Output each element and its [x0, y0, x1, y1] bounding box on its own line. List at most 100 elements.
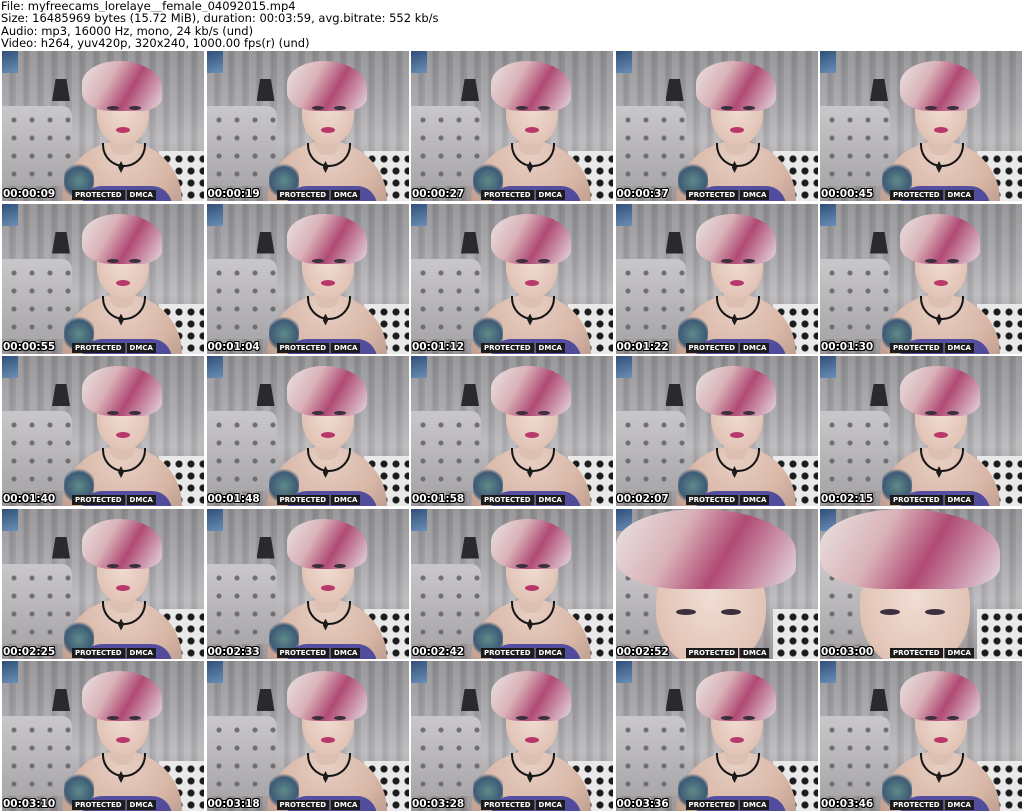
frame-timestamp: 00:01:40 [3, 493, 56, 505]
dmca-watermark: PROTECTED DMCA [685, 800, 770, 810]
right-eye [333, 716, 346, 720]
frame-timestamp: 00:03:00 [821, 645, 874, 658]
wall-poster [615, 203, 632, 226]
frame-timestamp: 00:00:19 [207, 188, 260, 200]
frame-timestamp: 00:00:27 [412, 188, 465, 200]
watermark-protected-label: PROTECTED [890, 495, 943, 505]
watermark-dmca-label: DMCA [943, 495, 974, 505]
dmca-watermark: PROTECTED DMCA [72, 647, 156, 658]
left-eye [311, 563, 324, 568]
left-eye [720, 258, 733, 263]
watermark-protected-label: PROTECTED [685, 647, 739, 658]
headboard [2, 716, 72, 796]
headboard [2, 258, 72, 339]
wall-poster [411, 661, 427, 683]
watermark-protected-label: PROTECTED [890, 800, 943, 810]
watermark-protected-label: PROTECTED [276, 495, 330, 505]
thumbnail-grid: PROTECTED DMCA 00:00:09 PROTECTED DMCA 00:00:… [2, 51, 1022, 811]
left-eye [925, 258, 937, 263]
left-eye [880, 608, 900, 615]
headboard [615, 106, 686, 186]
dmca-watermark: PROTECTED DMCA [72, 800, 156, 810]
dmca-watermark: PROTECTED DMCA [276, 495, 361, 505]
dmca-watermark: PROTECTED DMCA [276, 800, 361, 810]
left-eye [107, 411, 119, 415]
person-hair [82, 671, 162, 721]
wall-poster [206, 356, 223, 378]
right-eye [333, 106, 346, 110]
dmca-watermark: PROTECTED DMCA [890, 190, 974, 200]
lips [729, 432, 744, 438]
video-frame-thumbnail: PROTECTED DMCA 00:00:09 [2, 51, 204, 201]
watermark-protected-label: PROTECTED [72, 647, 125, 658]
person-hair [695, 61, 776, 111]
frame-timestamp: 00:03:28 [412, 798, 465, 810]
video-frame-thumbnail: PROTECTED DMCA 00:00:55 [2, 203, 204, 354]
left-eye [516, 411, 528, 415]
video-frame-thumbnail: PROTECTED DMCA 00:01:58 [411, 356, 613, 506]
wall-poster [206, 203, 223, 226]
watermark-dmca-label: DMCA [943, 800, 974, 810]
watermark-protected-label: PROTECTED [276, 800, 330, 810]
watermark-dmca-label: DMCA [534, 800, 565, 810]
dmca-watermark: PROTECTED DMCA [481, 647, 565, 658]
lips [116, 584, 130, 591]
video-frame-thumbnail: PROTECTED DMCA 00:02:25 [2, 508, 204, 659]
lips [934, 737, 948, 743]
watermark-dmca-label: DMCA [534, 190, 565, 200]
wall-poster [820, 661, 836, 683]
dmca-watermark: PROTECTED DMCA [890, 800, 974, 810]
watermark-protected-label: PROTECTED [481, 495, 534, 505]
frame-timestamp: 00:01:04 [207, 340, 260, 353]
person-hair [82, 61, 162, 111]
video-frame-thumbnail: PROTECTED DMCA 00:01:40 [2, 356, 204, 506]
watermark-dmca-label: DMCA [125, 342, 156, 353]
left-eye [720, 716, 733, 720]
wall-poster [820, 356, 836, 378]
watermark-protected-label: PROTECTED [481, 647, 534, 658]
wall-poster [2, 508, 18, 531]
wall-poster [2, 356, 18, 378]
dmca-watermark: PROTECTED DMCA [685, 495, 770, 505]
right-eye [947, 106, 959, 110]
watermark-dmca-label: DMCA [943, 647, 974, 658]
headboard [206, 258, 277, 339]
lips [320, 432, 335, 438]
watermark-dmca-label: DMCA [534, 647, 565, 658]
frame-timestamp: 00:03:36 [616, 798, 669, 810]
video-frame-thumbnail: PROTECTED DMCA 00:02:15 [820, 356, 1022, 506]
left-eye [311, 258, 324, 263]
right-eye [947, 258, 959, 263]
video-frame-thumbnail: PROTECTED DMCA 00:03:28 [411, 661, 613, 811]
wall-poster [411, 508, 427, 531]
headboard [206, 106, 277, 186]
lips [729, 279, 744, 286]
wall-poster [411, 356, 427, 378]
video-frame-thumbnail: PROTECTED DMCA 00:03:18 [206, 661, 409, 811]
left-eye [720, 106, 733, 110]
watermark-dmca-label: DMCA [739, 342, 770, 353]
lips [934, 432, 948, 438]
right-eye [947, 411, 959, 415]
person-hair [286, 671, 367, 721]
wall-poster [615, 356, 632, 378]
person-hair [695, 366, 776, 416]
headboard [206, 563, 277, 644]
right-eye [333, 411, 346, 415]
headboard [615, 258, 686, 339]
frame-timestamp: 00:03:18 [207, 798, 260, 810]
wall-poster [615, 51, 632, 73]
dmca-watermark: PROTECTED DMCA [685, 190, 770, 200]
frame-timestamp: 00:02:07 [616, 493, 669, 505]
video-frame-thumbnail: PROTECTED DMCA 00:03:10 [2, 661, 204, 811]
frame-timestamp: 00:03:46 [821, 798, 874, 810]
lips [934, 279, 948, 286]
wall-poster [820, 203, 836, 226]
watermark-protected-label: PROTECTED [685, 800, 739, 810]
lips [320, 737, 335, 743]
lips [116, 279, 130, 286]
headboard [615, 716, 686, 796]
wall-poster [206, 508, 223, 531]
right-eye [742, 716, 755, 720]
dmca-watermark: PROTECTED DMCA [890, 495, 974, 505]
